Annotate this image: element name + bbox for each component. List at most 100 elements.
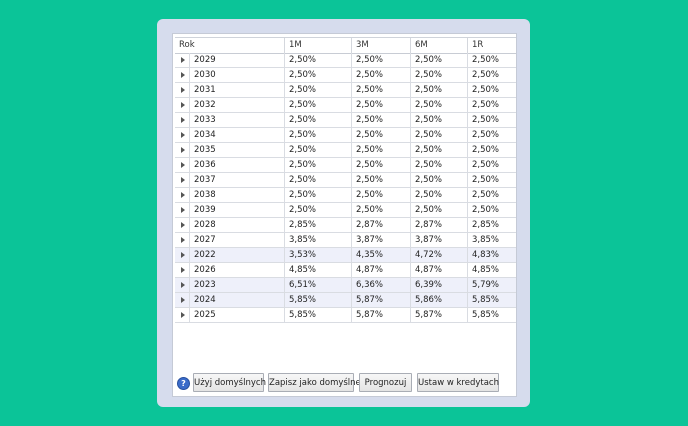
cell-1m[interactable]: 2,50% xyxy=(285,158,352,172)
expand-arrow-icon[interactable] xyxy=(181,297,185,303)
cell-6m[interactable]: 6,39% xyxy=(411,278,468,292)
table-row[interactable]: 2025 5,85% 5,87% 5,87% 5,85% xyxy=(175,308,516,323)
cell-6m[interactable]: 5,87% xyxy=(411,308,468,322)
cell-1r[interactable]: 2,50% xyxy=(468,68,516,82)
cell-1r[interactable]: 2,50% xyxy=(468,53,516,67)
cell-6m[interactable]: 4,87% xyxy=(411,263,468,277)
header-6m[interactable]: 6M xyxy=(411,38,468,53)
table-row[interactable]: 2033 2,50% 2,50% 2,50% 2,50% xyxy=(175,113,516,128)
cell-1r[interactable]: 3,85% xyxy=(468,233,516,247)
expand-arrow-icon[interactable] xyxy=(181,162,185,168)
table-row[interactable]: 2036 2,50% 2,50% 2,50% 2,50% xyxy=(175,158,516,173)
cell-1r[interactable]: 2,50% xyxy=(468,98,516,112)
table-row[interactable]: 2039 2,50% 2,50% 2,50% 2,50% xyxy=(175,203,516,218)
cell-3m[interactable]: 4,35% xyxy=(352,248,411,262)
cell-3m[interactable]: 5,87% xyxy=(352,308,411,322)
forecast-button[interactable]: Prognozuj xyxy=(359,373,412,392)
cell-1m[interactable]: 3,85% xyxy=(285,233,352,247)
cell-year[interactable]: 2035 xyxy=(189,143,285,157)
cell-6m[interactable]: 2,50% xyxy=(411,173,468,187)
cell-1r[interactable]: 2,50% xyxy=(468,173,516,187)
cell-1m[interactable]: 5,85% xyxy=(285,308,352,322)
cell-6m[interactable]: 2,50% xyxy=(411,158,468,172)
table-row[interactable]: 2035 2,50% 2,50% 2,50% 2,50% xyxy=(175,143,516,158)
cell-3m[interactable]: 2,50% xyxy=(352,113,411,127)
header-1m[interactable]: 1M xyxy=(285,38,352,53)
cell-1r[interactable]: 2,50% xyxy=(468,143,516,157)
cell-year[interactable]: 2032 xyxy=(189,98,285,112)
cell-1r[interactable]: 5,79% xyxy=(468,278,516,292)
cell-year[interactable]: 2039 xyxy=(189,203,285,217)
cell-6m[interactable]: 5,86% xyxy=(411,293,468,307)
cell-3m[interactable]: 2,50% xyxy=(352,128,411,142)
cell-1m[interactable]: 6,51% xyxy=(285,278,352,292)
save-as-default-button[interactable]: Zapisz jako domyślne xyxy=(268,373,361,392)
cell-1m[interactable]: 4,85% xyxy=(285,263,352,277)
cell-1m[interactable]: 2,50% xyxy=(285,173,352,187)
cell-year[interactable]: 2029 xyxy=(189,53,285,67)
help-icon[interactable]: ? xyxy=(177,377,190,390)
expand-arrow-icon[interactable] xyxy=(181,192,185,198)
cell-3m[interactable]: 5,87% xyxy=(352,293,411,307)
cell-1m[interactable]: 2,50% xyxy=(285,98,352,112)
table-row[interactable]: 2032 2,50% 2,50% 2,50% 2,50% xyxy=(175,98,516,113)
cell-1r[interactable]: 2,50% xyxy=(468,113,516,127)
cell-3m[interactable]: 2,50% xyxy=(352,98,411,112)
cell-year[interactable]: 2028 xyxy=(189,218,285,232)
cell-3m[interactable]: 2,50% xyxy=(352,158,411,172)
table-row[interactable]: 2022 3,53% 4,35% 4,72% 4,83% xyxy=(175,248,516,263)
cell-6m[interactable]: 2,50% xyxy=(411,68,468,82)
cell-6m[interactable]: 2,87% xyxy=(411,218,468,232)
expand-arrow-icon[interactable] xyxy=(181,282,185,288)
cell-1m[interactable]: 2,50% xyxy=(285,53,352,67)
use-defaults-button[interactable]: Użyj domyślnych xyxy=(193,373,266,392)
cell-3m[interactable]: 4,87% xyxy=(352,263,411,277)
cell-year[interactable]: 2033 xyxy=(189,113,285,127)
expand-arrow-icon[interactable] xyxy=(181,117,185,123)
cell-1m[interactable]: 3,53% xyxy=(285,248,352,262)
expand-arrow-icon[interactable] xyxy=(181,102,185,108)
table-row[interactable]: 2028 2,85% 2,87% 2,87% 2,85% xyxy=(175,218,516,233)
expand-arrow-icon[interactable] xyxy=(181,87,185,93)
cell-1m[interactable]: 2,85% xyxy=(285,218,352,232)
set-in-credits-button[interactable]: Ustaw w kredytach xyxy=(417,373,499,392)
cell-1m[interactable]: 2,50% xyxy=(285,203,352,217)
cell-3m[interactable]: 2,87% xyxy=(352,218,411,232)
cell-1m[interactable]: 2,50% xyxy=(285,143,352,157)
cell-3m[interactable]: 2,50% xyxy=(352,68,411,82)
cell-year[interactable]: 2023 xyxy=(189,278,285,292)
cell-1m[interactable]: 2,50% xyxy=(285,83,352,97)
cell-year[interactable]: 2034 xyxy=(189,128,285,142)
header-1r[interactable]: 1R xyxy=(468,38,516,53)
cell-3m[interactable]: 2,50% xyxy=(352,203,411,217)
expand-arrow-icon[interactable] xyxy=(181,222,185,228)
cell-3m[interactable]: 2,50% xyxy=(352,143,411,157)
table-row[interactable]: 2038 2,50% 2,50% 2,50% 2,50% xyxy=(175,188,516,203)
cell-year[interactable]: 2031 xyxy=(189,83,285,97)
cell-3m[interactable]: 2,50% xyxy=(352,53,411,67)
cell-1r[interactable]: 5,85% xyxy=(468,308,516,322)
cell-6m[interactable]: 2,50% xyxy=(411,143,468,157)
cell-6m[interactable]: 2,50% xyxy=(411,128,468,142)
table-row[interactable]: 2034 2,50% 2,50% 2,50% 2,50% xyxy=(175,128,516,143)
cell-year[interactable]: 2038 xyxy=(189,188,285,202)
cell-1m[interactable]: 2,50% xyxy=(285,68,352,82)
header-3m[interactable]: 3M xyxy=(352,38,411,53)
cell-1m[interactable]: 2,50% xyxy=(285,188,352,202)
cell-6m[interactable]: 4,72% xyxy=(411,248,468,262)
cell-year[interactable]: 2027 xyxy=(189,233,285,247)
table-row[interactable]: 2026 4,85% 4,87% 4,87% 4,85% xyxy=(175,263,516,278)
cell-3m[interactable]: 2,50% xyxy=(352,173,411,187)
expand-arrow-icon[interactable] xyxy=(181,132,185,138)
cell-1m[interactable]: 5,85% xyxy=(285,293,352,307)
cell-year[interactable]: 2037 xyxy=(189,173,285,187)
cell-6m[interactable]: 2,50% xyxy=(411,98,468,112)
table-row[interactable]: 2037 2,50% 2,50% 2,50% 2,50% xyxy=(175,173,516,188)
cell-6m[interactable]: 3,87% xyxy=(411,233,468,247)
expand-arrow-icon[interactable] xyxy=(181,237,185,243)
cell-1r[interactable]: 5,85% xyxy=(468,293,516,307)
cell-1r[interactable]: 2,50% xyxy=(468,128,516,142)
table-row[interactable]: 2024 5,85% 5,87% 5,86% 5,85% xyxy=(175,293,516,308)
cell-3m[interactable]: 6,36% xyxy=(352,278,411,292)
table-row[interactable]: 2029 2,50% 2,50% 2,50% 2,50% xyxy=(175,53,516,68)
